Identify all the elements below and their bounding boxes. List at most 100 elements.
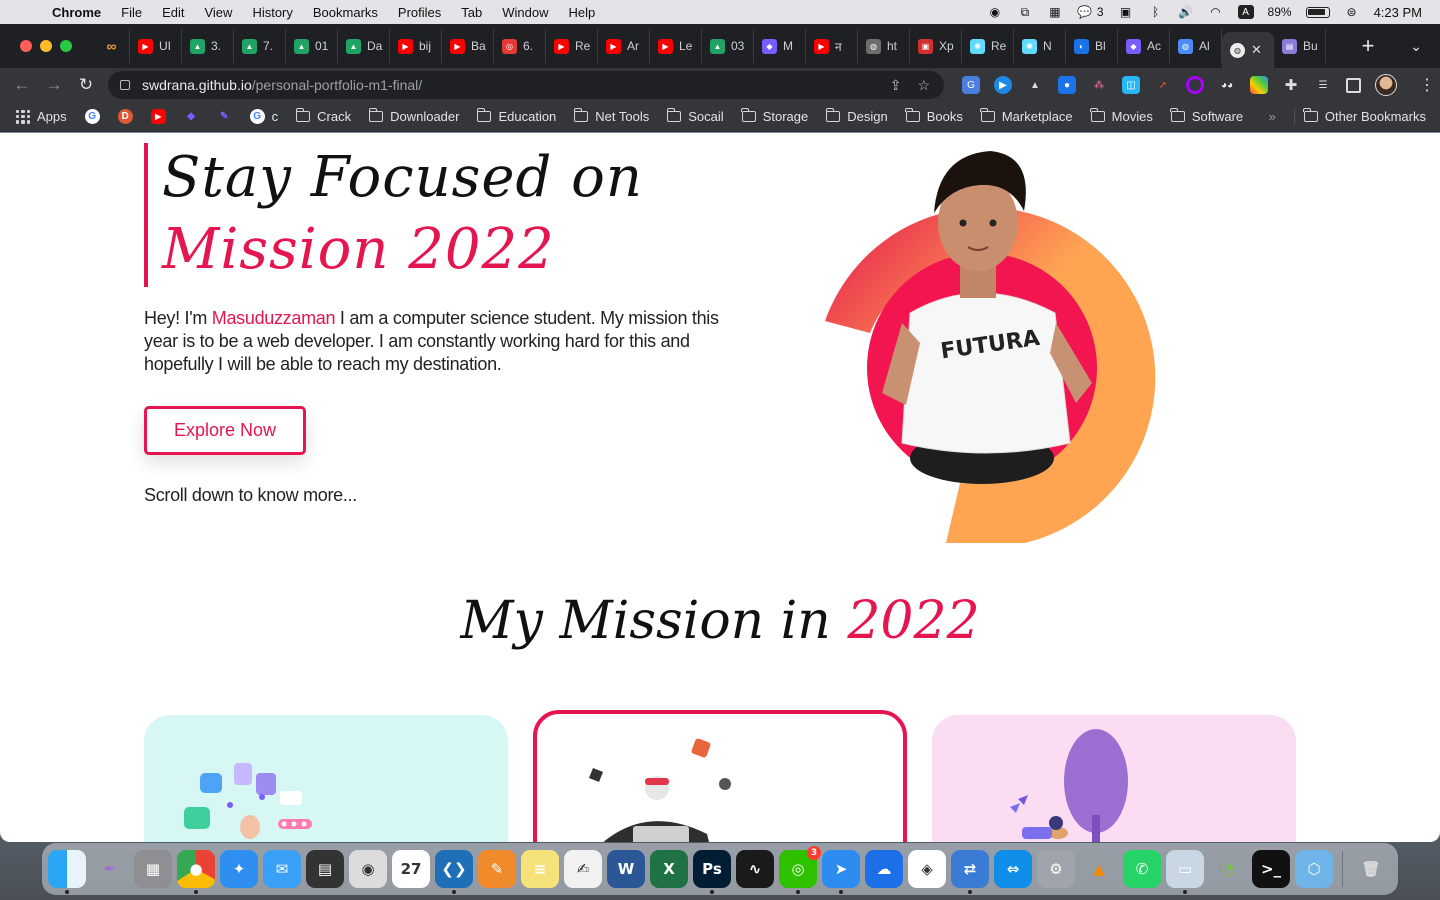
minimize-window-button[interactable] <box>40 40 52 52</box>
side-panel-icon[interactable] <box>1346 77 1361 93</box>
tab-item[interactable]: ▶ न <box>806 29 858 63</box>
volume-icon[interactable]: 🔊 <box>1178 5 1194 19</box>
bookmark-folder[interactable]: Storage <box>733 108 818 124</box>
tab-item[interactable]: ▶ UI <box>130 29 182 63</box>
bookmark-folder[interactable]: Education <box>468 108 565 124</box>
dock-pen-icon[interactable]: ✎ <box>478 850 516 888</box>
dock-finder-icon[interactable] <box>48 850 86 894</box>
bookmark-folder[interactable]: Downloader <box>360 108 468 124</box>
dock-vlc-icon[interactable]: ▲ <box>1080 850 1118 888</box>
more-menu-icon[interactable]: ⋮ <box>1419 75 1435 95</box>
reload-button[interactable]: ↻ <box>70 75 102 95</box>
mission-card-developer[interactable] <box>533 710 907 842</box>
tab-item[interactable]: ▶ Ar <box>598 29 650 63</box>
dock-chrome-icon[interactable]: ● <box>177 850 215 894</box>
dock-screenshot-icon[interactable]: ◉ <box>349 850 387 888</box>
bookmarks-overflow-chevron[interactable]: » <box>1260 109 1294 124</box>
menu-file[interactable]: File <box>111 5 152 20</box>
dock-textedit-icon[interactable]: ✍ <box>564 850 602 888</box>
tab-bu[interactable]: ▤ Bu <box>1274 29 1326 63</box>
dock-calculator-icon[interactable]: ▦ <box>134 850 172 888</box>
address-bar[interactable]: swdrana.github.io/personal-portfolio-m1-… <box>108 71 944 99</box>
eyes-extension-icon[interactable]: ◕◕ <box>1218 76 1236 94</box>
tab-item[interactable]: ◆ Ac <box>1118 29 1170 63</box>
menu-view[interactable]: View <box>194 5 242 20</box>
bookmark-google[interactable]: G <box>76 109 109 124</box>
color-extension-icon[interactable] <box>1186 76 1204 94</box>
dock-photoshop-icon[interactable]: Ps <box>693 850 731 894</box>
clipboard-icon[interactable]: ⧉ <box>1017 5 1033 19</box>
bookmark-folder[interactable]: Movies <box>1082 108 1162 124</box>
bookmark-folder[interactable]: Books <box>897 108 972 124</box>
dock-mail-icon[interactable]: ✉ <box>263 850 301 888</box>
bookmark-youtube[interactable]: ▶ <box>142 109 175 124</box>
translate-extension-icon[interactable]: G <box>962 76 980 94</box>
badge-extension-icon[interactable]: ● <box>1058 76 1076 94</box>
tab-item[interactable]: ▣ Xp <box>910 29 962 63</box>
menu-tab[interactable]: Tab <box>451 5 492 20</box>
tab-item[interactable]: ▶ bij <box>390 29 442 63</box>
control-center-icon[interactable]: ⊜ <box>1344 5 1360 19</box>
dock-feather-icon[interactable]: ✒ <box>91 850 129 888</box>
explore-now-button[interactable]: Explore Now <box>144 406 306 455</box>
wechat-status-icon[interactable]: 💬 <box>1077 5 1093 19</box>
menu-history[interactable]: History <box>242 5 302 20</box>
lock-icon[interactable] <box>120 80 130 90</box>
dock-word-icon[interactable]: W <box>607 850 645 888</box>
capture-extension-icon[interactable]: ◫ <box>1122 76 1140 94</box>
tab-item[interactable]: ◍ Al <box>1170 29 1222 63</box>
dock-chameleon-icon[interactable]: ◔ <box>1209 850 1247 888</box>
tab-item[interactable]: ◍ ht <box>858 29 910 63</box>
palette-extension-icon[interactable] <box>1250 76 1268 94</box>
dock-vscode-icon[interactable]: ❮❯ <box>435 850 473 894</box>
triangle-extension-icon[interactable]: ▲ <box>1026 76 1044 94</box>
dock-whatsapp-icon[interactable]: ✆ <box>1123 850 1161 888</box>
dock-cube-icon[interactable]: ◈ <box>908 850 946 888</box>
bookmark-messenger[interactable]: ◆ <box>175 109 208 124</box>
bookmark-duckduckgo[interactable]: D <box>109 109 142 124</box>
tab-search-chevron-icon[interactable]: ⌄ <box>1410 38 1440 55</box>
forward-button[interactable]: → <box>38 75 70 95</box>
puzzle-extensions-icon[interactable]: ✚ <box>1282 76 1300 94</box>
bookmark-folder[interactable]: Marketplace <box>972 108 1082 124</box>
bluetooth-icon[interactable]: ᛒ <box>1148 5 1164 19</box>
share-icon[interactable]: ⇪ <box>890 77 902 94</box>
tab-item[interactable]: ▲ 03 <box>702 29 754 63</box>
tab-item[interactable]: ▲ Da <box>338 29 390 63</box>
arrow-extension-icon[interactable]: ➚ <box>1154 76 1172 94</box>
bookmark-folder[interactable]: Socail <box>658 108 732 124</box>
dock-send-icon[interactable]: ➤ <box>822 850 860 894</box>
dock-terminal-icon[interactable]: >_ <box>1252 850 1290 888</box>
media-extension-icon[interactable]: ▶ <box>994 76 1012 94</box>
battery-icon[interactable] <box>1305 6 1330 18</box>
dock-activity-icon[interactable]: ∿ <box>736 850 774 888</box>
tab-item[interactable]: ✺ N <box>1014 29 1066 63</box>
bookmark-star-icon[interactable]: ☆ <box>917 77 930 94</box>
menu-help[interactable]: Help <box>559 5 606 20</box>
tab-item[interactable]: ◆ M <box>754 29 806 63</box>
new-tab-button[interactable]: + <box>1348 33 1388 59</box>
app-menu-chrome[interactable]: Chrome <box>52 5 111 20</box>
mission-card-growth[interactable] <box>932 715 1296 842</box>
tab-item[interactable]: ◐ Bl <box>1066 29 1118 63</box>
screen-icon[interactable]: ▣ <box>1118 5 1134 19</box>
menu-profiles[interactable]: Profiles <box>388 5 451 20</box>
dock-safari-icon[interactable]: ✦ <box>220 850 258 888</box>
dock-calendar-icon[interactable]: 27 <box>392 850 430 888</box>
bookmark-folder[interactable]: Design <box>817 108 896 124</box>
dock-teamviewer-icon[interactable]: ⇔ <box>994 850 1032 888</box>
back-button[interactable]: ← <box>6 75 38 95</box>
grid-icon[interactable]: ▦ <box>1047 5 1063 19</box>
dock-box-icon[interactable]: ⬡ <box>1295 850 1333 888</box>
dock-preview-icon[interactable]: ▭ <box>1166 850 1204 894</box>
mission-card-apps[interactable] <box>144 715 508 842</box>
dots-extension-icon[interactable]: ⁂ <box>1090 76 1108 94</box>
tab-pinned[interactable]: ∞ <box>96 29 130 63</box>
bookmark-folder[interactable]: Net Tools <box>565 108 658 124</box>
zoom-window-button[interactable] <box>60 40 72 52</box>
tab-active-portfolio[interactable]: ◍ ✕ <box>1222 32 1274 68</box>
vpn-icon[interactable]: ◉ <box>987 5 1003 19</box>
bookmark-other-folder[interactable]: Other Bookmarks <box>1293 108 1440 124</box>
tab-item[interactable]: ▲ 7. <box>234 29 286 63</box>
tab-item[interactable]: ▲ 01 <box>286 29 338 63</box>
